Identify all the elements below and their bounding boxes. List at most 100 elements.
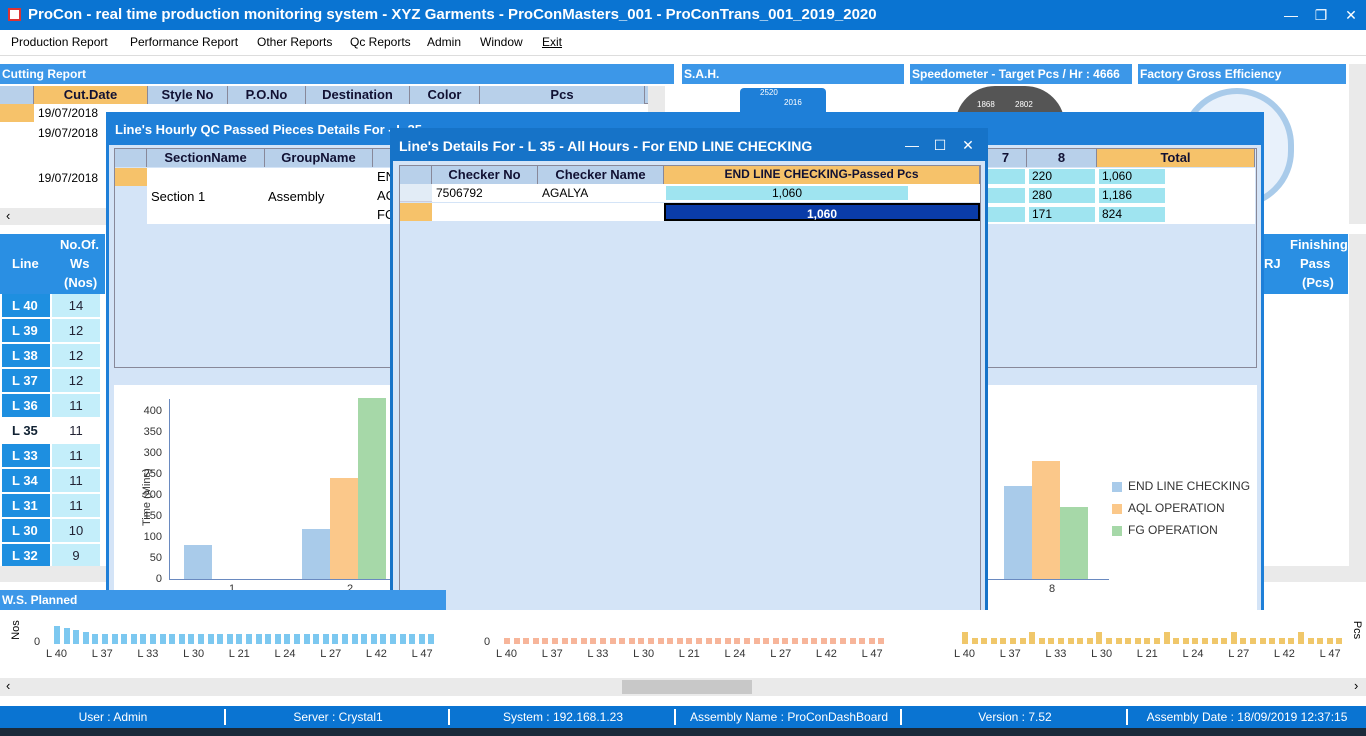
right-scrollbar[interactable] bbox=[1349, 64, 1366, 224]
close-icon[interactable]: ✕ bbox=[1336, 4, 1366, 26]
mini-bar bbox=[715, 638, 722, 644]
menu-exit[interactable]: Exit bbox=[542, 35, 562, 49]
chart-y-axis bbox=[169, 399, 170, 579]
menu-bar: Production Report Performance Report Oth… bbox=[0, 30, 1366, 56]
hour8-cell: 280 bbox=[1029, 188, 1095, 203]
col-pcs[interactable]: Pcs bbox=[480, 86, 645, 104]
mini-bar bbox=[1000, 638, 1007, 644]
mini-x-label: L 42 bbox=[815, 648, 837, 660]
line-cell[interactable]: L 40 bbox=[2, 294, 50, 317]
rj-label: RJ bbox=[1264, 256, 1281, 271]
cutting-row-selector[interactable] bbox=[0, 104, 34, 122]
bottom-h-scrollbar[interactable]: ‹ › bbox=[0, 678, 1366, 696]
details-row-selector[interactable] bbox=[400, 184, 432, 202]
mini-bar bbox=[1067, 638, 1074, 644]
ws-cell: 11 bbox=[52, 394, 100, 417]
col-hour-7[interactable]: 7 bbox=[985, 149, 1027, 167]
mini-bar bbox=[532, 638, 539, 644]
col-hour-8[interactable]: 8 bbox=[1027, 149, 1097, 167]
restore-icon[interactable]: ❐ bbox=[1306, 4, 1336, 26]
mini-bar bbox=[102, 634, 108, 644]
col-style-no[interactable]: Style No bbox=[148, 86, 228, 104]
minimize-icon[interactable]: — bbox=[1276, 4, 1306, 26]
mini-bar bbox=[990, 638, 997, 644]
mini-bar bbox=[763, 638, 770, 644]
mini-bar bbox=[265, 634, 272, 644]
mini-bar bbox=[121, 634, 128, 644]
mini-x-label: L 30 bbox=[1091, 648, 1113, 660]
finishing-header: Finishing RJ Pass (Pcs) bbox=[1262, 234, 1348, 294]
mini-bar bbox=[590, 638, 597, 644]
menu-admin[interactable]: Admin bbox=[427, 35, 461, 49]
details-window: Line's Details For - L 35 - All Hours - … bbox=[390, 128, 988, 624]
col-section-name[interactable]: SectionName bbox=[147, 149, 265, 167]
col-checker-name[interactable]: Checker Name bbox=[538, 166, 664, 184]
mini-zero: 0 bbox=[484, 636, 491, 648]
ws-header-3: (Nos) bbox=[64, 275, 98, 290]
mini-bar bbox=[274, 634, 281, 644]
mini-x-label: L 21 bbox=[228, 648, 250, 660]
menu-window[interactable]: Window bbox=[480, 35, 523, 49]
details-close-icon[interactable]: ✕ bbox=[955, 134, 981, 156]
menu-qc-reports[interactable]: Qc Reports bbox=[350, 35, 411, 49]
line-cell[interactable]: L 37 bbox=[2, 369, 50, 392]
row-selector-header bbox=[0, 86, 34, 104]
mini-bar bbox=[724, 638, 731, 644]
mini-bar bbox=[1154, 638, 1160, 644]
line-cell[interactable]: L 31 bbox=[2, 494, 50, 517]
line-cell[interactable]: L 34 bbox=[2, 469, 50, 492]
col-checker-no[interactable]: Checker No bbox=[432, 166, 538, 184]
hourly-row-selector[interactable] bbox=[115, 168, 147, 186]
mini-bar bbox=[552, 638, 558, 644]
right-scrollbar-2[interactable] bbox=[1349, 234, 1366, 566]
col-group-name[interactable]: GroupName bbox=[265, 149, 373, 167]
y-tick-label: 350 bbox=[143, 426, 162, 438]
col-passed-pcs[interactable]: END LINE CHECKING-Passed Pcs bbox=[664, 166, 980, 184]
line-cell[interactable]: L 32 bbox=[2, 544, 50, 567]
line-cell[interactable]: L 33 bbox=[2, 444, 50, 467]
hour8-cell: 220 bbox=[1029, 169, 1095, 184]
col-total[interactable]: Total bbox=[1097, 149, 1255, 167]
col-po-no[interactable]: P.O.No bbox=[228, 86, 306, 104]
line-cell[interactable]: L 36 bbox=[2, 394, 50, 417]
mini-x-label: L 37 bbox=[999, 648, 1021, 660]
line-cell[interactable]: L 30 bbox=[2, 519, 50, 542]
mini-bar bbox=[657, 638, 664, 644]
details-maximize-icon[interactable]: ☐ bbox=[927, 134, 953, 156]
mini-x-label: L 37 bbox=[541, 648, 563, 660]
mini-bar bbox=[169, 634, 176, 644]
mini-bar bbox=[705, 638, 712, 644]
finishing-label: Finishing bbox=[1290, 237, 1348, 252]
mini-bar bbox=[1134, 638, 1141, 644]
mini-x-label: L 40 bbox=[46, 648, 68, 660]
menu-performance-report[interactable]: Performance Report bbox=[130, 35, 238, 49]
col-destination[interactable]: Destination bbox=[306, 86, 410, 104]
col-cut-date[interactable]: Cut.Date bbox=[34, 86, 148, 104]
mini-x-label: L 47 bbox=[1319, 648, 1341, 660]
window-title: ProCon - real time production monitoring… bbox=[28, 6, 877, 23]
mini-bar bbox=[313, 634, 320, 644]
ws-cell: 12 bbox=[52, 369, 100, 392]
mini-bar bbox=[130, 634, 137, 644]
line-cell[interactable]: L 38 bbox=[2, 344, 50, 367]
details-total-blank bbox=[432, 203, 664, 221]
mini-bar bbox=[638, 638, 645, 644]
mini-bar bbox=[868, 638, 875, 644]
menu-production-report[interactable]: Production Report bbox=[11, 35, 108, 49]
mini-x-label: L 33 bbox=[137, 648, 159, 660]
line-cell[interactable]: L 35 bbox=[2, 419, 50, 442]
details-minimize-icon[interactable]: — bbox=[899, 134, 925, 156]
mini-bar bbox=[820, 638, 827, 644]
mini-bar bbox=[284, 634, 291, 644]
mini-bar bbox=[294, 634, 300, 644]
line-cell[interactable]: L 39 bbox=[2, 319, 50, 342]
col-color[interactable]: Color bbox=[410, 86, 480, 104]
menu-other-reports[interactable]: Other Reports bbox=[257, 35, 332, 49]
mini-bar bbox=[188, 634, 195, 644]
efficiency-header: Factory Gross Efficiency bbox=[1138, 64, 1346, 84]
mini-bar bbox=[1192, 638, 1199, 644]
mini-bar bbox=[1317, 638, 1324, 644]
checker-name-cell: AGALYA bbox=[542, 186, 589, 200]
scroll-thumb[interactable] bbox=[622, 680, 752, 694]
sah-header: S.A.H. bbox=[682, 64, 904, 84]
